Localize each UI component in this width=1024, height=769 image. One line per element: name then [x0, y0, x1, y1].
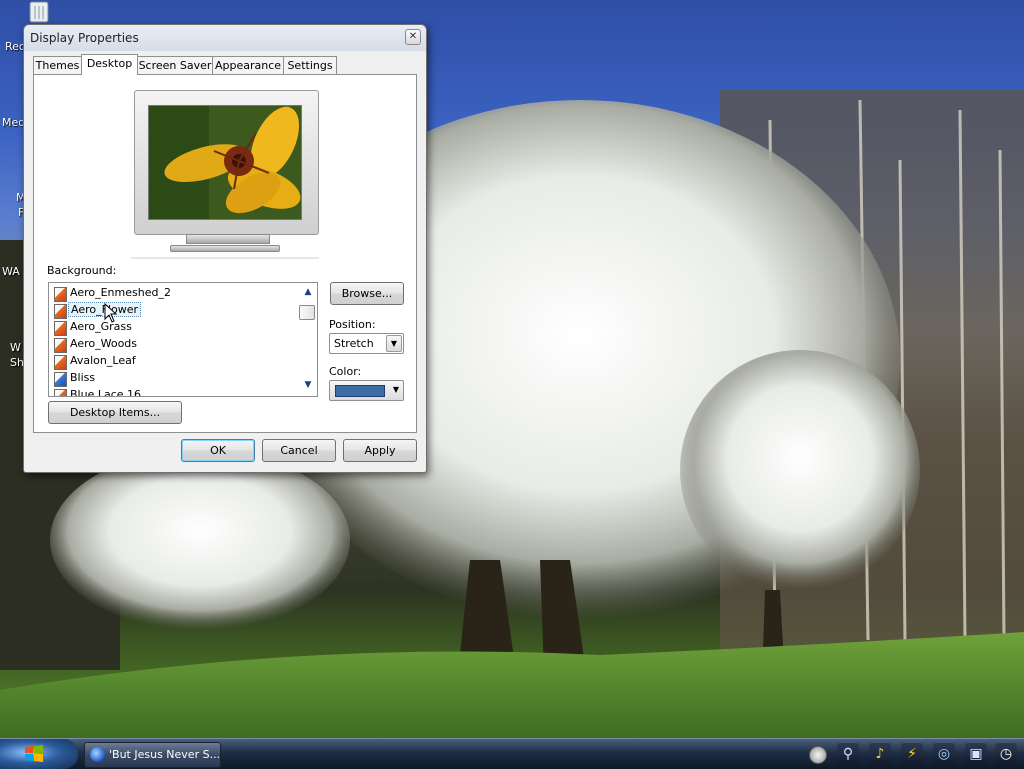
image-file-icon — [54, 338, 67, 353]
desktop-icon-label[interactable]: WA — [2, 265, 20, 278]
list-item[interactable]: Aero_Enmeshed_2 — [54, 285, 294, 302]
system-tray: ⚲ ♪ ⚡ ◎ ▣ ◷ — [835, 741, 1020, 767]
color-label: Color: — [329, 365, 362, 378]
monitor-icon[interactable]: ▣ — [965, 743, 987, 765]
image-file-icon — [54, 372, 67, 387]
mouse-cursor-icon — [104, 303, 118, 323]
lightning-icon[interactable]: ⚡ — [901, 743, 923, 765]
network-icon[interactable]: ◎ — [933, 743, 955, 765]
image-file-icon — [54, 321, 67, 336]
browser-icon — [90, 747, 105, 762]
desktop-icon-label[interactable]: W — [10, 341, 21, 354]
tab-themes[interactable]: Themes — [33, 56, 82, 74]
divider — [131, 257, 319, 259]
list-item[interactable]: Aero_Woods — [54, 336, 294, 353]
list-item[interactable]: Blue Lace 16 — [54, 387, 294, 396]
chevron-down-icon: ▼ — [386, 335, 402, 352]
close-button[interactable]: ✕ — [405, 29, 421, 45]
monitor-stand — [186, 234, 270, 244]
scroll-up-arrow-icon[interactable]: ▲ — [303, 288, 313, 297]
scroll-down-arrow-icon[interactable]: ▼ — [303, 381, 313, 390]
monitor-preview — [134, 90, 319, 235]
list-item[interactable]: Avalon_Leaf — [54, 353, 294, 370]
image-file-icon — [54, 355, 67, 370]
taskbar: 'But Jesus Never S... ⚲ ♪ ⚡ ◎ ▣ ◷ — [0, 738, 1024, 769]
monitor-base — [170, 245, 280, 252]
list-item-selected[interactable]: Aero_Flower — [54, 302, 294, 319]
chevron-down-icon: ▼ — [392, 385, 399, 394]
bell-icon[interactable]: ♪ — [869, 743, 891, 765]
position-value: Stretch — [334, 337, 374, 350]
windows-logo-icon — [25, 745, 43, 762]
image-file-icon — [54, 304, 67, 319]
taskbar-window-title: 'But Jesus Never S... — [109, 748, 221, 761]
image-file-icon — [54, 287, 67, 302]
desktop-tab-panel: Background: Aero_Enmeshed_2 Aero_Flower … — [33, 74, 417, 433]
browse-button[interactable]: Browse... — [330, 282, 404, 305]
tab-screen-saver[interactable]: Screen Saver — [137, 56, 213, 74]
color-swatch — [335, 385, 385, 397]
tray-expand-icon[interactable] — [809, 746, 827, 764]
tab-desktop[interactable]: Desktop — [81, 54, 138, 75]
tab-appearance[interactable]: Appearance — [212, 56, 284, 74]
list-item[interactable]: Aero_Grass — [54, 319, 294, 336]
taskbar-window-button[interactable]: 'But Jesus Never S... — [84, 742, 221, 768]
desktop-icon-label[interactable]: Rec — [5, 40, 25, 53]
dialog-title: Display Properties — [30, 31, 139, 45]
clock-icon[interactable]: ◷ — [995, 743, 1017, 765]
scrollbar-thumb[interactable] — [299, 305, 315, 320]
close-icon: ✕ — [408, 31, 418, 42]
tab-settings[interactable]: Settings — [283, 56, 337, 74]
start-button[interactable] — [0, 739, 78, 769]
cancel-button[interactable]: Cancel — [262, 439, 336, 462]
background-listbox[interactable]: Aero_Enmeshed_2 Aero_Flower Aero_Grass A… — [48, 282, 318, 397]
dialog-titlebar[interactable]: Display Properties ✕ — [24, 25, 426, 51]
display-properties-dialog: Display Properties ✕ Themes Desktop Scre… — [23, 24, 427, 473]
desktop-items-button[interactable]: Desktop Items... — [48, 401, 182, 424]
apply-button[interactable]: Apply — [343, 439, 417, 462]
color-picker-button[interactable]: ▼ — [329, 380, 404, 401]
image-file-icon — [54, 389, 67, 396]
ok-button[interactable]: OK — [181, 439, 255, 462]
desktop-icon-label[interactable]: Sh — [10, 356, 24, 369]
position-dropdown[interactable]: Stretch ▼ — [329, 333, 404, 354]
wallpaper-preview — [148, 105, 302, 220]
list-item[interactable]: Bliss — [54, 370, 294, 387]
magnifier-icon[interactable]: ⚲ — [837, 743, 859, 765]
position-label: Position: — [329, 318, 376, 331]
desktop-icon-label[interactable]: Med — [2, 116, 25, 129]
background-label: Background: — [47, 264, 117, 277]
